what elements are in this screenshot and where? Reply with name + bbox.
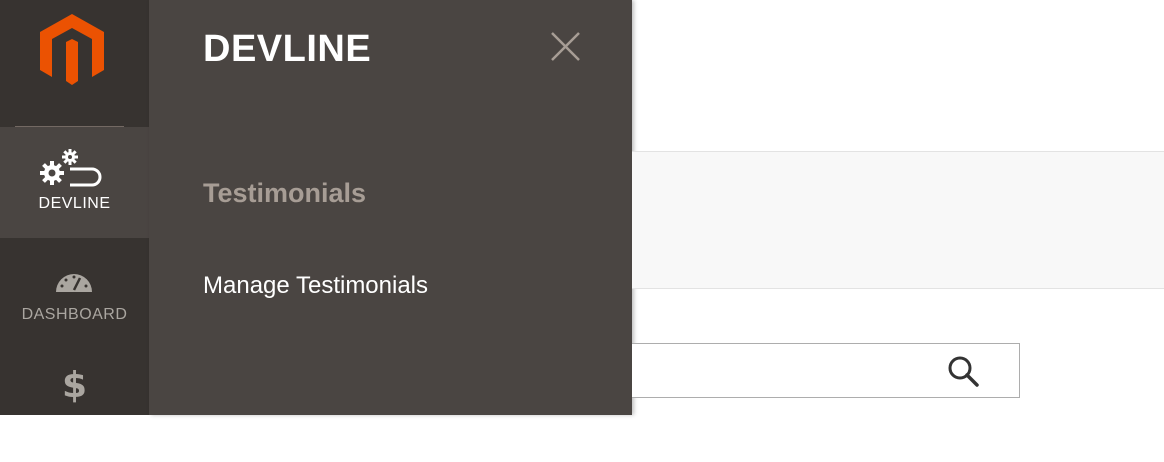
magento-logo-icon [40,14,104,85]
gears-icon [40,149,102,187]
sidebar-item-label: DEVLINE [38,195,111,212]
dollar-icon: $ [61,365,88,406]
manage-testimonials-link[interactable]: Manage Testimonials [203,272,428,300]
sidebar-item-sales[interactable]: $ [0,350,149,462]
devline-menu-panel: DEVLINE Testimonials Manage Testimonials [149,0,632,415]
logo-link[interactable] [0,0,149,126]
page-actions-bar [632,151,1164,289]
sidebar-item-devline[interactable]: DEVLINE [0,127,149,238]
search-icon[interactable] [944,354,984,390]
global-search [632,343,1020,398]
sidebar-item-dashboard[interactable]: DASHBOARD [0,238,149,350]
close-icon[interactable] [550,31,581,62]
admin-sidebar: DEVLINE DASHBOARD $ [0,0,149,415]
speedometer-icon [56,274,92,292]
sidebar-item-label: DASHBOARD [21,306,128,323]
search-input[interactable] [632,344,952,397]
panel-title: DEVLINE [203,28,372,70]
menu-section-title: Testimonials [203,178,367,208]
